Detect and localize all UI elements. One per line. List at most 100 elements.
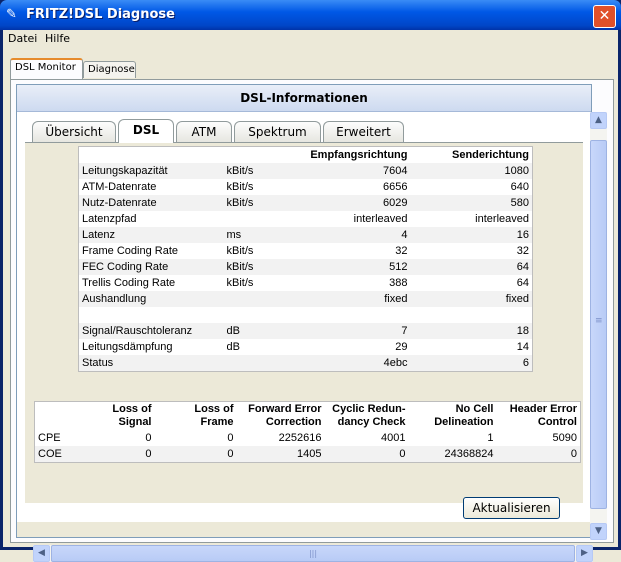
row-label: Frame Coding Rate — [82, 245, 178, 257]
table-row: Signal/Rauschtoleranz dB 7 18 — [78, 323, 533, 339]
row-unit: kBit/s — [226, 277, 254, 289]
grip-icon: ≡ — [595, 316, 603, 326]
tab-spektrum[interactable]: Spektrum — [234, 121, 321, 142]
tx-value: 32 — [516, 245, 529, 257]
horizontal-scroll-thumb[interactable]: ||| — [51, 545, 575, 562]
panel-content: Übersicht DSL ATM Spektrum Erweitert Emp… — [17, 112, 591, 522]
row-unit: kBit/s — [226, 245, 254, 257]
table-row: Trellis Coding Rate kBit/s 388 64 — [79, 275, 533, 291]
tx-value: 14 — [516, 341, 529, 353]
row-label: ATM-Datenrate — [82, 181, 157, 193]
table-header-row: Empfangsrichtung Senderichtung — [79, 147, 533, 164]
rx-value: 32 — [395, 245, 408, 257]
title-bar[interactable]: ✎ FRITZ!DSL Diagnose ✕ — [0, 0, 621, 30]
cell-value: 0 — [145, 432, 152, 444]
menu-hilfe[interactable]: Hilfe — [45, 32, 70, 45]
cell-value: 0 — [227, 432, 234, 444]
cell-value: 1 — [487, 432, 494, 444]
rx-value: interleaved — [353, 213, 408, 225]
rx-value: fixed — [283, 291, 411, 307]
scroll-left-icon[interactable]: ◀ — [33, 545, 50, 562]
tx-value: interleaved — [475, 213, 529, 225]
row-unit: kBit/s — [223, 259, 284, 275]
table-row: Leitungsdämpfung dB 29 14 — [79, 339, 533, 355]
table-row: Status 4ebc 6 — [78, 355, 533, 372]
close-button[interactable]: ✕ — [593, 5, 616, 28]
tab-uebersicht[interactable]: Übersicht — [32, 121, 116, 142]
table-header-row: Loss of Signal Loss of Frame Forward Error… — [35, 402, 581, 431]
column-header — [79, 147, 224, 164]
row-unit: kBit/s — [223, 195, 284, 211]
rx-value: 512 — [283, 259, 411, 275]
row-label: Signal/Rauschtoleranz — [78, 323, 224, 339]
column-header-loss-of-frame: Loss of Frame — [194, 403, 234, 428]
table-row: Latenzpfad interleaved interleaved — [79, 211, 533, 227]
table-row: Frame Coding Rate kBit/s 32 32 — [79, 243, 533, 259]
rx-value: 4ebc — [283, 355, 411, 372]
row-label: Latenz — [78, 227, 224, 243]
row-unit: kBit/s — [223, 163, 284, 179]
tx-value: 64 — [410, 259, 533, 275]
rx-value: 4 — [283, 227, 411, 243]
column-header-empfangsrichtung: Empfangsrichtung — [310, 149, 408, 161]
rx-value: 29 — [395, 341, 408, 353]
tx-value: 640 — [510, 181, 529, 193]
cell-value: 0 — [96, 446, 155, 463]
column-header-hec: Header Error Control — [509, 403, 577, 428]
tab-dsl[interactable]: DSL — [118, 119, 174, 143]
cell-value: 4001 — [381, 432, 406, 444]
horizontal-scrollbar[interactable]: ◀ ||| ▶ — [33, 545, 593, 562]
tx-value — [411, 307, 533, 323]
tx-value: 18 — [410, 323, 533, 339]
scroll-down-icon[interactable]: ▼ — [590, 523, 607, 540]
error-counter-table: Loss of Signal Loss of Frame Forward Error… — [34, 401, 581, 463]
row-label: Aushandlung — [78, 291, 224, 307]
table-row: Aushandlung fixed fixed — [78, 291, 533, 307]
rx-value — [284, 307, 411, 323]
row-label: Leitungskapazität — [78, 163, 224, 179]
row-label: Nutz-Datenrate — [78, 195, 224, 211]
row-unit — [224, 211, 284, 227]
column-header-loss-of-signal: Loss of Signal — [112, 403, 152, 428]
dsl-info-panel: DSL-Informationen Übersicht DSL ATM Spek… — [16, 84, 592, 538]
refresh-button[interactable]: Aktualisieren — [463, 497, 560, 519]
panel-title: DSL-Informationen — [17, 85, 591, 112]
tab-erweitert[interactable]: Erweitert — [323, 121, 404, 142]
row-label: CPE — [38, 432, 61, 444]
column-header-crc: Cyclic Redun-dancy Check — [332, 403, 406, 428]
window-title: FRITZ!DSL Diagnose — [26, 7, 175, 22]
table-row — [79, 307, 533, 323]
column-header — [35, 402, 97, 431]
row-label: Trellis Coding Rate — [82, 277, 176, 289]
scroll-up-icon[interactable]: ▲ — [590, 112, 607, 129]
tab-atm[interactable]: ATM — [176, 121, 232, 142]
row-unit: ms — [223, 227, 284, 243]
cell-value: 0 — [154, 446, 237, 463]
table-row-cpe: CPE 0 0 2252616 4001 1 5090 — [35, 430, 581, 446]
row-label: Leitungsdämpfung — [82, 341, 173, 353]
row-unit: dB — [226, 341, 240, 353]
dsl-values-table: Empfangsrichtung Senderichtung Leitungsk… — [78, 146, 533, 372]
vertical-scrollbar[interactable]: ▲ ≡ ▼ — [590, 112, 607, 540]
row-unit — [223, 355, 284, 372]
row-label: Latenzpfad — [82, 213, 137, 225]
tx-value: 16 — [410, 227, 533, 243]
cell-value: 2252616 — [278, 432, 322, 444]
rx-value: 6029 — [283, 195, 411, 211]
rx-value: 6656 — [383, 181, 408, 193]
vertical-scroll-thumb[interactable]: ≡ — [590, 140, 607, 509]
column-header-fec: Forward Error Correction — [248, 403, 322, 428]
scroll-right-icon[interactable]: ▶ — [576, 545, 593, 562]
rx-value: 7604 — [283, 163, 411, 179]
rx-value: 7 — [283, 323, 411, 339]
tab-diagnose[interactable]: Diagnose — [83, 61, 136, 78]
cell-value: 1405 — [236, 446, 325, 463]
tab-dsl-monitor[interactable]: DSL Monitor — [10, 58, 83, 79]
tx-value: 1080 — [410, 163, 533, 179]
menu-datei[interactable]: Datei — [8, 32, 37, 45]
row-unit: dB — [223, 323, 284, 339]
row-unit — [223, 291, 284, 307]
tx-value: 64 — [516, 277, 529, 289]
row-label: COE — [34, 446, 97, 463]
rx-value: 388 — [389, 277, 408, 289]
